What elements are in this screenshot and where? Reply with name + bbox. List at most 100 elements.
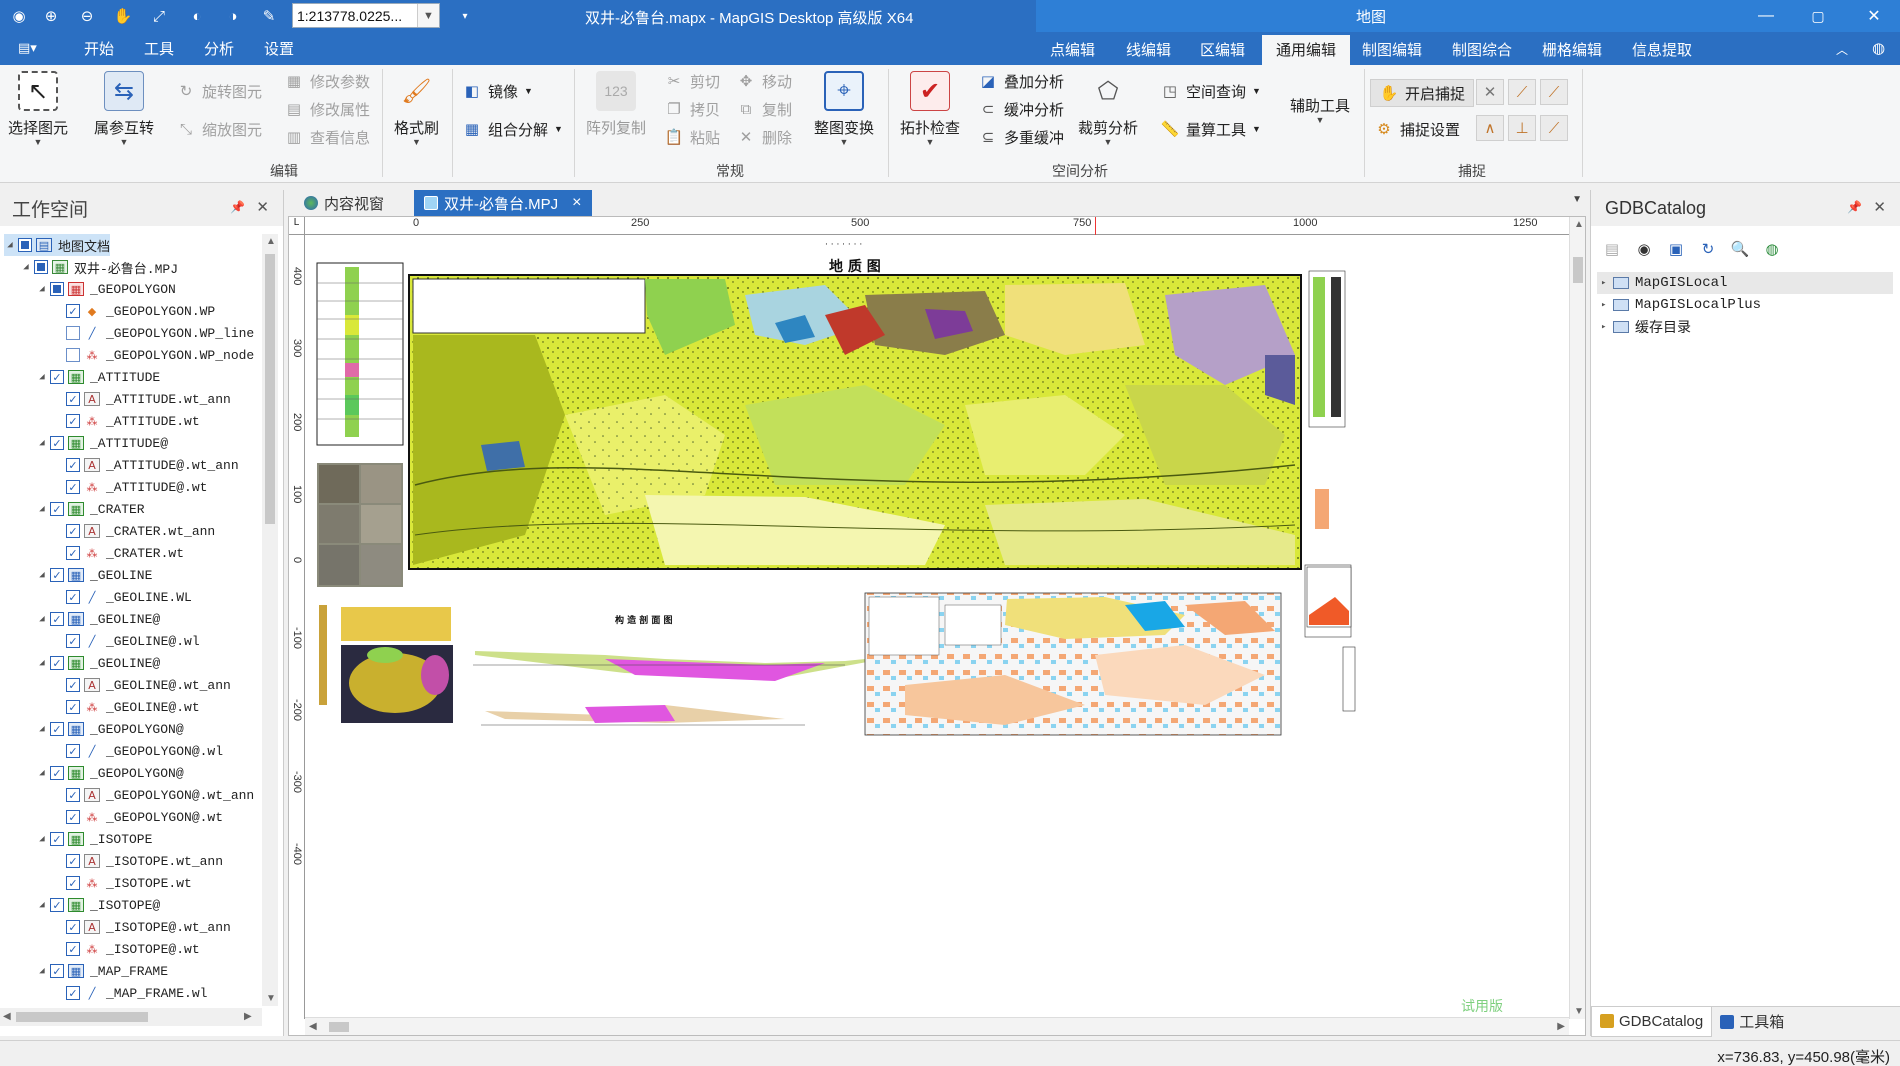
layer-tree-item[interactable]: ✓ ╱ _GEOPOLYGON@.wl xyxy=(52,740,223,762)
visibility-checkbox[interactable]: ✓ xyxy=(66,414,80,428)
layer-tree-item[interactable]: ◢ ✓ ▦ _CRATER xyxy=(36,498,144,520)
format-brush-button[interactable]: 🖌 格式刷 ▼ xyxy=(394,71,439,147)
visibility-checkbox[interactable]: ✓ xyxy=(50,370,64,384)
paste-button[interactable]: 📋 粘贴 xyxy=(664,125,720,149)
visibility-checkbox[interactable] xyxy=(66,326,80,340)
next-view-icon[interactable]: ◑ xyxy=(220,4,246,28)
view-info-button[interactable]: ▥ 查看信息 xyxy=(284,125,370,149)
layer-tree-item[interactable]: ◢ ✓ ▦ _ISOTOPE@ xyxy=(36,894,160,916)
scroll-left-icon[interactable]: ◀ xyxy=(309,1021,317,1032)
visibility-checkbox[interactable]: ✓ xyxy=(66,788,80,802)
aux-tools-button[interactable]: 辅助工具 ▼ xyxy=(1290,95,1350,125)
visibility-checkbox[interactable] xyxy=(50,282,64,296)
expand-arrow-icon[interactable]: ◢ xyxy=(36,438,48,448)
select-feature-button[interactable]: ↖ 选择图元 ▼ xyxy=(8,71,68,147)
layer-tree-item[interactable]: ◢ ✓ ▦ _GEOLINE@ xyxy=(36,608,160,630)
visibility-checkbox[interactable]: ✓ xyxy=(66,854,80,868)
visibility-checkbox[interactable]: ✓ xyxy=(50,612,64,626)
visibility-checkbox[interactable]: ✓ xyxy=(66,524,80,538)
tree-horizontal-scrollbar[interactable]: ◀ ▶ xyxy=(0,1008,262,1026)
snap-midpoint-icon[interactable]: ⟋ xyxy=(1540,79,1568,105)
expand-arrow-icon[interactable]: ◢ xyxy=(36,658,48,668)
expand-arrow-icon[interactable]: ◢ xyxy=(36,504,48,514)
modify-attr-button[interactable]: ▤ 修改属性 xyxy=(284,97,370,121)
layer-tree-item[interactable]: ✓ ⁂ _CRATER.wt xyxy=(52,542,184,564)
zoom-out-icon[interactable]: ⊖ xyxy=(74,4,100,28)
modify-params-button[interactable]: ▦ 修改参数 xyxy=(284,69,370,93)
layer-tree-item[interactable]: ✓ ╱ _GEOLINE.WL xyxy=(52,586,192,608)
tab-tools[interactable]: 工具 xyxy=(144,38,174,59)
visibility-checkbox[interactable]: ✓ xyxy=(66,590,80,604)
expand-arrow-icon[interactable]: ◢ xyxy=(36,724,48,734)
layer-tree-item[interactable]: ✓ A _GEOPOLYGON@.wt_ann xyxy=(52,784,254,806)
tab-point-edit[interactable]: 点编辑 xyxy=(1050,39,1095,60)
cut-button[interactable]: ✂ 剪切 xyxy=(664,69,720,93)
chevron-down-icon[interactable]: ▼ xyxy=(417,4,439,27)
visibility-checkbox[interactable]: ✓ xyxy=(66,546,80,560)
scroll-left-icon[interactable]: ◀ xyxy=(3,1011,11,1022)
previous-view-icon[interactable]: ◐ xyxy=(184,4,210,28)
visibility-checkbox[interactable]: ✓ xyxy=(66,304,80,318)
scroll-down-icon[interactable]: ▼ xyxy=(266,993,276,1004)
layer-tree-item[interactable]: ✓ A _ISOTOPE@.wt_ann xyxy=(52,916,231,938)
close-icon[interactable]: ✕ xyxy=(1873,198,1886,216)
visibility-checkbox[interactable]: ✓ xyxy=(50,766,64,780)
gdb-node-mapgislocalplus[interactable]: ▸ MapGISLocalPlus xyxy=(1597,294,1893,316)
visibility-checkbox[interactable]: ✓ xyxy=(66,942,80,956)
layer-tree-item[interactable]: ◢✓▦_PROFILE@ xyxy=(36,1004,160,1006)
app-logo-icon[interactable]: ◉ xyxy=(6,4,32,28)
full-extent-icon[interactable]: ⤢ xyxy=(146,4,172,28)
layer-tree-item[interactable]: ◢ ✓ ▦ _MAP_FRAME xyxy=(36,960,168,982)
layer-tree-item[interactable]: ✓ ⁂ _ISOTOPE@.wt xyxy=(52,938,200,960)
array-copy-button[interactable]: 123 阵列复制 xyxy=(586,71,646,138)
tab-raster-edit[interactable]: 栅格编辑 xyxy=(1542,39,1602,60)
layer-tree-item[interactable]: ✓ A _GEOLINE@.wt_ann xyxy=(52,674,231,696)
visibility-checkbox[interactable] xyxy=(34,260,48,274)
tab-content-view[interactable]: 内容视窗 xyxy=(294,190,394,216)
expand-arrow-icon[interactable]: ▸ xyxy=(1601,278,1613,288)
multi-buffer-button[interactable]: ⊆ 多重缓冲 xyxy=(978,125,1064,149)
expand-arrow-icon[interactable]: ◢ xyxy=(36,834,48,844)
visibility-checkbox[interactable]: ✓ xyxy=(50,568,64,582)
visibility-checkbox[interactable]: ✓ xyxy=(50,832,64,846)
tab-settings[interactable]: 设置 xyxy=(264,38,294,59)
expand-arrow-icon[interactable]: ◢ xyxy=(36,966,48,976)
visibility-checkbox[interactable]: ✓ xyxy=(66,678,80,692)
layer-tree-item[interactable]: ◢ ✓ ▦ _GEOLINE xyxy=(36,564,152,586)
layer-tree-item[interactable]: ✓ ╱ _MAP_FRAME.wl xyxy=(52,982,207,1004)
visibility-checkbox[interactable]: ✓ xyxy=(50,898,64,912)
combine-split-button[interactable]: ▦ 组合分解 ▼ xyxy=(462,117,563,141)
layer-tree-item[interactable]: ◢ ▤ 地图文档 xyxy=(4,234,111,256)
tab-start[interactable]: 开始 xyxy=(84,38,114,59)
tab-general-edit[interactable]: 通用编辑 xyxy=(1262,35,1351,65)
visibility-checkbox[interactable] xyxy=(18,238,32,252)
scale-feature-button[interactable]: ⤡ 缩放图元 xyxy=(176,117,262,141)
scroll-up-icon[interactable]: ▲ xyxy=(1574,219,1584,230)
search-icon[interactable]: 🔍 xyxy=(1729,238,1751,260)
tab-map-document[interactable]: 双井-必鲁台.MPJ × xyxy=(414,190,592,216)
tree-vertical-scrollbar[interactable]: ▲ ▼ xyxy=(262,234,278,1006)
connect-camera-icon[interactable]: ◉ xyxy=(1633,238,1655,260)
close-button[interactable]: ✕ xyxy=(1852,4,1896,28)
app-menu-icon[interactable]: ▤▾ xyxy=(18,40,37,56)
tab-toolbox[interactable]: 工具箱 xyxy=(1712,1007,1792,1037)
refresh-icon[interactable]: ↻ xyxy=(1697,238,1719,260)
layer-tree-item[interactable]: ⁂ _GEOPOLYGON.WP_node xyxy=(52,344,254,366)
layer-tree-item[interactable]: ✓ A _ISOTOPE.wt_ann xyxy=(52,850,223,872)
expand-arrow-icon[interactable]: ▸ xyxy=(1601,300,1613,310)
copy-button[interactable]: ❐ 拷贝 xyxy=(664,97,720,121)
layer-tree-item[interactable]: ✓ ⁂ _ISOTOPE.wt xyxy=(52,872,192,894)
visibility-checkbox[interactable]: ✓ xyxy=(66,810,80,824)
snap-nearest-icon[interactable]: ⟋ xyxy=(1540,115,1568,141)
visibility-checkbox[interactable]: ✓ xyxy=(66,986,80,1000)
visibility-checkbox[interactable]: ✓ xyxy=(50,502,64,516)
tab-analysis[interactable]: 分析 xyxy=(204,38,234,59)
visibility-checkbox[interactable]: ✓ xyxy=(50,436,64,450)
overlay-analysis-button[interactable]: ◪ 叠加分析 xyxy=(978,69,1064,93)
layer-tree-item[interactable]: ╱ _GEOPOLYGON.WP_line xyxy=(52,322,254,344)
scroll-up-icon[interactable]: ▲ xyxy=(266,236,276,247)
expand-arrow-icon[interactable]: ◢ xyxy=(36,372,48,382)
layer-tree-item[interactable]: ✓ ⁂ _GEOLINE@.wt xyxy=(52,696,200,718)
tab-list-dropdown-icon[interactable]: ▼ xyxy=(1572,194,1582,205)
scroll-right-icon[interactable]: ▶ xyxy=(1557,1021,1565,1032)
